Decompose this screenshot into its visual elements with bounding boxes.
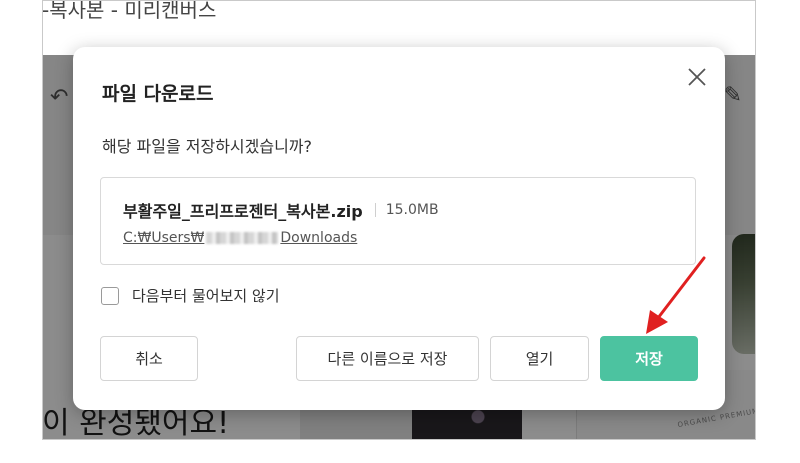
close-icon [688, 68, 706, 86]
path-prefix: C:₩Users₩ [123, 230, 205, 246]
dialog-title: 파일 다운로드 [102, 83, 214, 105]
file-size: 15.0MB [385, 202, 439, 218]
redacted-username [206, 232, 279, 244]
save-as-button[interactable]: 다른 이름으로 저장 [296, 336, 479, 381]
open-button[interactable]: 열기 [490, 336, 589, 381]
divider [374, 203, 376, 217]
download-path-link[interactable]: C:₩Users₩ Downloads [123, 230, 357, 246]
app-title: -복사본 - 미리캔버스 [42, 0, 217, 22]
download-dialog: 파일 다운로드 해당 파일을 저장하시겠습니까? 부활주일_프리프로젠터_복사본… [73, 47, 725, 410]
dont-ask-again-label: 다음부터 물어보지 않기 [132, 287, 280, 305]
file-info-box: 부활주일_프리프로젠터_복사본.zip 15.0MB C:₩Users₩ Dow… [100, 177, 696, 265]
path-suffix: Downloads [280, 230, 358, 246]
save-button[interactable]: 저장 [600, 336, 698, 381]
dont-ask-again-option[interactable]: 다음부터 물어보지 않기 [101, 285, 280, 306]
dialog-question: 해당 파일을 저장하시겠습니까? [102, 137, 313, 156]
file-row: 부활주일_프리프로젠터_복사본.zip 15.0MB [123, 198, 439, 222]
close-button[interactable] [683, 63, 711, 91]
cancel-button[interactable]: 취소 [100, 336, 198, 381]
file-name: 부활주일_프리프로젠터_복사본.zip [123, 202, 363, 221]
dont-ask-again-checkbox[interactable] [101, 286, 119, 305]
